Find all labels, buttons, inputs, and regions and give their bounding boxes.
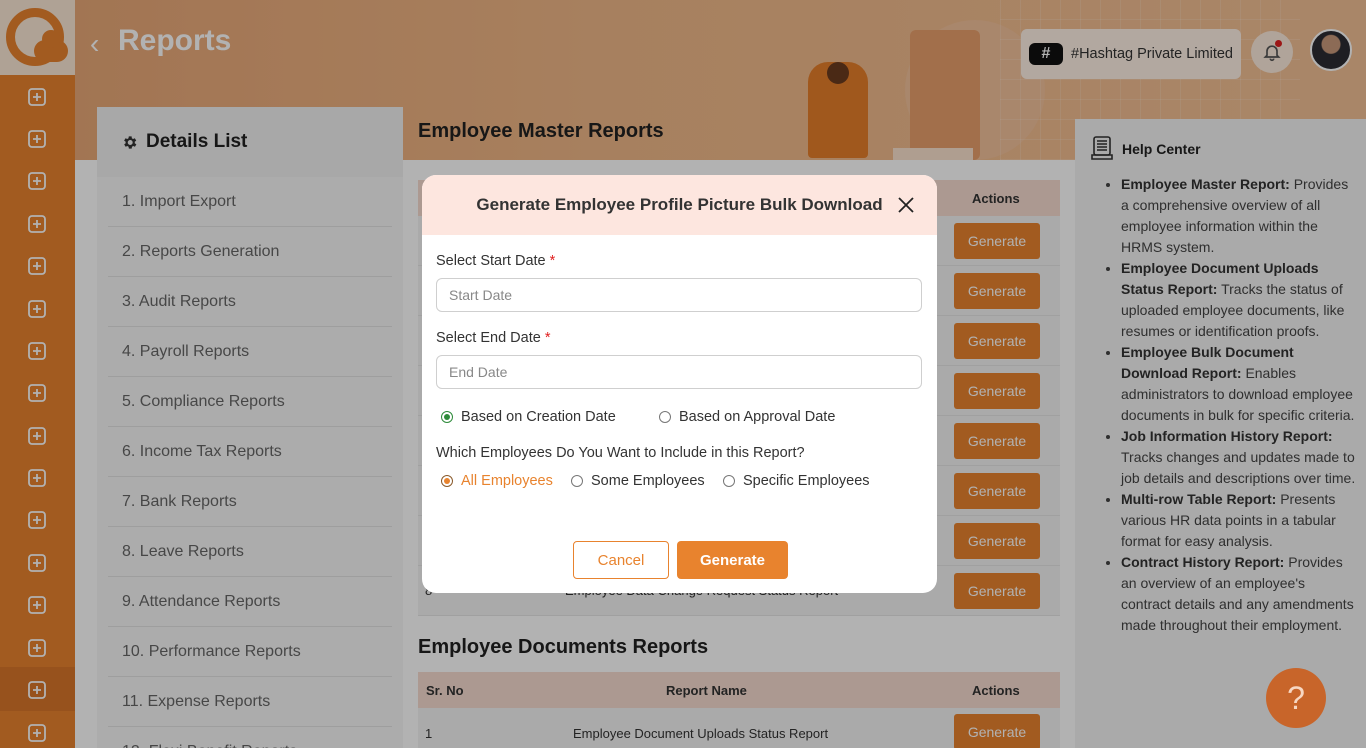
cancel-button[interactable]: Cancel — [573, 541, 669, 579]
modal-header: Generate Employee Profile Picture Bulk D… — [422, 175, 937, 235]
radio-approval-date[interactable]: Based on Approval Date — [659, 409, 835, 425]
radio-some-employees[interactable]: Some Employees — [571, 473, 705, 489]
start-date-input[interactable] — [436, 278, 922, 312]
required-asterisk: * — [544, 330, 551, 346]
question-icon: ? — [1287, 679, 1305, 716]
modal-title: Generate Employee Profile Picture Bulk D… — [476, 195, 883, 214]
radio-unselected-icon — [571, 475, 583, 487]
end-date-input[interactable] — [436, 355, 922, 389]
end-date-label: Select End Date * — [436, 330, 551, 346]
radio-selected-icon — [441, 411, 453, 423]
required-asterisk: * — [549, 253, 556, 269]
generate-submit-button[interactable]: Generate — [677, 541, 788, 579]
help-fab-button[interactable]: ? — [1266, 668, 1326, 728]
radio-specific-employees[interactable]: Specific Employees — [723, 473, 870, 489]
generate-report-modal: Generate Employee Profile Picture Bulk D… — [422, 175, 937, 593]
radio-selected-icon — [441, 475, 453, 487]
radio-creation-date[interactable]: Based on Creation Date — [441, 409, 616, 425]
employees-question: Which Employees Do You Want to Include i… — [436, 445, 805, 461]
close-icon[interactable] — [895, 194, 917, 216]
start-date-label: Select Start Date * — [436, 253, 556, 269]
radio-unselected-icon — [659, 411, 671, 423]
radio-all-employees[interactable]: All Employees — [441, 473, 553, 489]
radio-unselected-icon — [723, 475, 735, 487]
